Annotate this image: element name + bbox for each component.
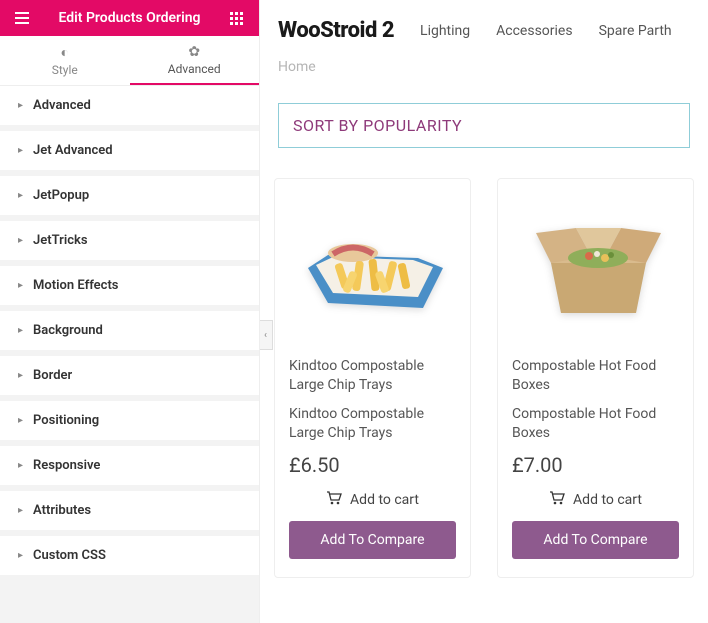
collapse-panel-button[interactable]: ‹ — [260, 320, 273, 350]
preview-area: ‹ WooStroid 2 Lighting Accessories Spare… — [260, 0, 708, 623]
chevron-right-icon: ▸ — [18, 100, 23, 111]
compare-button[interactable]: Add To Compare — [289, 521, 456, 559]
accordion-label: JetTricks — [33, 233, 88, 248]
products-grid: Kindtoo Compostable Large Chip Trays Kin… — [260, 178, 708, 578]
tab-style[interactable]: ◐ Style — [0, 36, 130, 85]
sort-dropdown[interactable]: SORT BY POPULARITY — [278, 103, 690, 148]
accordion-label: Responsive — [33, 458, 100, 473]
accordion-label: Border — [33, 368, 72, 383]
chevron-right-icon: ▸ — [18, 280, 23, 291]
product-title[interactable]: Kindtoo Compostable Large Chip Trays — [289, 357, 456, 395]
accordion-item-custom-css[interactable]: ▸ Custom CSS — [0, 536, 259, 581]
accordion-item-jet-advanced[interactable]: ▸ Jet Advanced — [0, 131, 259, 176]
product-price: £7.00 — [512, 453, 679, 477]
chevron-right-icon: ▸ — [18, 550, 23, 561]
product-subtitle: Compostable Hot Food Boxes — [512, 405, 679, 443]
product-subtitle: Kindtoo Compostable Large Chip Trays — [289, 405, 456, 443]
compare-button[interactable]: Add To Compare — [512, 521, 679, 559]
nav-link[interactable]: Accessories — [496, 23, 572, 39]
chevron-right-icon: ▸ — [18, 370, 23, 381]
site-header: WooStroid 2 Lighting Accessories Spare P… — [260, 0, 708, 49]
chevron-right-icon: ▸ — [18, 325, 23, 336]
product-card: Kindtoo Compostable Large Chip Trays Kin… — [274, 178, 471, 578]
accordion-item-border[interactable]: ▸ Border — [0, 356, 259, 401]
accordion-item-positioning[interactable]: ▸ Positioning — [0, 401, 259, 446]
accordion-label: Jet Advanced — [33, 143, 113, 158]
tab-label: Style — [52, 63, 78, 77]
chip-tray-icon — [298, 213, 448, 323]
style-icon: ◐ — [0, 44, 130, 61]
accordion-item-advanced[interactable]: ▸ Advanced — [0, 86, 259, 131]
apps-icon — [230, 12, 244, 25]
panel-title: Edit Products Ordering — [36, 10, 223, 26]
chevron-right-icon: ▸ — [18, 235, 23, 246]
product-title[interactable]: Compostable Hot Food Boxes — [512, 357, 679, 395]
accordion-label: Background — [33, 323, 103, 338]
accordion-label: Positioning — [33, 413, 99, 428]
chevron-right-icon: ▸ — [18, 145, 23, 156]
accordion-label: JetPopup — [33, 188, 89, 203]
nav-link[interactable]: Spare Parth — [599, 23, 672, 39]
chevron-right-icon: ▸ — [18, 505, 23, 516]
food-box-icon — [521, 208, 671, 328]
accordion-item-motion-effects[interactable]: ▸ Motion Effects — [0, 266, 259, 311]
editor-panel: Edit Products Ordering ◐ Style ✿ Advance… — [0, 0, 260, 623]
chevron-right-icon: ▸ — [18, 460, 23, 471]
accordion-item-background[interactable]: ▸ Background — [0, 311, 259, 356]
chevron-right-icon: ▸ — [18, 190, 23, 201]
product-price: £6.50 — [289, 453, 456, 477]
add-to-cart-label: Add to cart — [573, 492, 642, 508]
menu-button[interactable] — [8, 12, 36, 24]
sort-label: SORT BY POPULARITY — [293, 116, 462, 135]
add-to-cart-button[interactable]: Add to cart — [512, 491, 679, 509]
product-image[interactable] — [289, 193, 456, 343]
apps-button[interactable] — [223, 12, 251, 25]
tab-advanced[interactable]: ✿ Advanced — [130, 36, 260, 85]
hamburger-icon — [15, 12, 29, 24]
accordion-item-responsive[interactable]: ▸ Responsive — [0, 446, 259, 491]
cart-icon — [549, 491, 565, 509]
gear-icon: ✿ — [130, 44, 260, 60]
nav-link[interactable]: Lighting — [420, 23, 470, 39]
product-card: Compostable Hot Food Boxes Compostable H… — [497, 178, 694, 578]
nav-links: Lighting Accessories Spare Parth — [420, 23, 672, 39]
product-image[interactable] — [512, 193, 679, 343]
breadcrumb-home: Home — [278, 59, 316, 75]
accordion-label: Motion Effects — [33, 278, 118, 293]
add-to-cart-button[interactable]: Add to cart — [289, 491, 456, 509]
tabs-row: ◐ Style ✿ Advanced — [0, 36, 259, 86]
tab-label: Advanced — [168, 62, 221, 76]
accordion-label: Advanced — [33, 98, 91, 113]
chevron-left-icon: ‹ — [264, 330, 267, 341]
accordion-item-jettricks[interactable]: ▸ JetTricks — [0, 221, 259, 266]
accordion-list: ▸ Advanced ▸ Jet Advanced ▸ JetPopup ▸ JetTr… — [0, 86, 259, 623]
accordion-label: Attributes — [33, 503, 91, 518]
add-to-cart-label: Add to cart — [350, 492, 419, 508]
accordion-item-attributes[interactable]: ▸ Attributes — [0, 491, 259, 536]
accordion-item-jetpopup[interactable]: ▸ JetPopup — [0, 176, 259, 221]
breadcrumb[interactable]: Home — [260, 49, 708, 103]
panel-header: Edit Products Ordering — [0, 0, 259, 36]
cart-icon — [326, 491, 342, 509]
accordion-label: Custom CSS — [33, 548, 106, 563]
chevron-right-icon: ▸ — [18, 415, 23, 426]
site-logo[interactable]: WooStroid 2 — [278, 18, 394, 43]
